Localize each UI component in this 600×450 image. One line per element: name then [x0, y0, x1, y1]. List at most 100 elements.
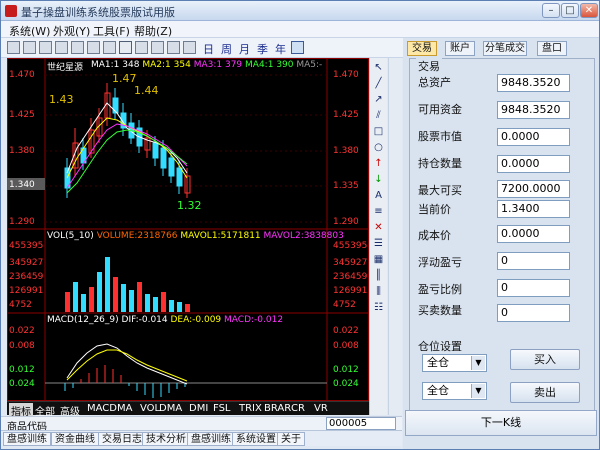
- volume-legend: VOL(5_10) VOLUME:2318766 MAVOL1:5171811 …: [47, 231, 344, 241]
- market-value-field[interactable]: 0.0000: [497, 128, 570, 146]
- fibonacci-icon[interactable]: ☰: [372, 237, 385, 250]
- macd-axis-2: 0.012: [9, 365, 35, 375]
- current-price-field[interactable]: 1.3400: [497, 200, 570, 218]
- next-candle-button[interactable]: 下一K线: [405, 410, 597, 436]
- vertical-scrollbar[interactable]: [388, 58, 402, 415]
- candle-body-12: [160, 147, 167, 169]
- price-lines-icon[interactable]: ☷: [372, 301, 385, 314]
- cursor-icon[interactable]: ↖: [372, 61, 385, 74]
- zoom-icon[interactable]: [151, 41, 164, 54]
- tab-trade[interactable]: 交易: [407, 41, 437, 56]
- indicator-tab-12[interactable]: VR: [314, 403, 328, 414]
- open-icon[interactable]: [7, 41, 20, 54]
- period-year[interactable]: 年: [275, 41, 286, 57]
- fan-icon[interactable]: ⫽: [372, 109, 385, 122]
- pnl-ratio-field[interactable]: 0: [497, 279, 570, 297]
- copy-icon[interactable]: [55, 41, 68, 54]
- window-title: 量子操盘训练系统股票版试用版: [21, 6, 175, 19]
- list-icon[interactable]: [87, 41, 100, 54]
- period-day[interactable]: 日: [203, 41, 214, 57]
- delete-icon[interactable]: ✕: [372, 221, 385, 234]
- cost-price-field[interactable]: 0.0000: [497, 225, 570, 243]
- trade-qty-field[interactable]: 0: [497, 304, 570, 322]
- up-arrow-icon[interactable]: ↑: [372, 157, 385, 170]
- menu-help[interactable]: 帮助(Z): [134, 23, 172, 39]
- tab-trade-log[interactable]: 交易日志: [98, 432, 146, 446]
- tab-tick-deals[interactable]: 分笔成交: [483, 41, 527, 56]
- close-button[interactable]: ✕: [580, 3, 598, 18]
- indicator-tab-7[interactable]: DMI: [189, 403, 208, 414]
- channel-icon[interactable]: ⫼: [372, 285, 385, 298]
- peak-annotation-2: 1.44: [134, 84, 159, 97]
- formula-icon[interactable]: [291, 41, 304, 54]
- indicator-tab-11[interactable]: CR: [291, 403, 305, 414]
- max-buy-field[interactable]: 7200.0000: [497, 180, 570, 198]
- tab-disk-training-2[interactable]: 盘感训练: [187, 432, 235, 446]
- chart-icon[interactable]: [135, 41, 148, 54]
- sell-position-select[interactable]: 全仓 ▼: [422, 382, 487, 400]
- label-trade-qty: 买卖数量: [418, 304, 462, 317]
- indicator-tab-9[interactable]: TRIX: [239, 403, 262, 414]
- text-icon[interactable]: A: [372, 189, 385, 202]
- available-funds-field[interactable]: 9848.3520: [497, 101, 570, 119]
- volume-bars: [65, 257, 190, 312]
- menu-system[interactable]: 系统(W): [9, 23, 50, 39]
- ma1-value: 348: [122, 60, 140, 70]
- indicator-tab-3[interactable]: MACD: [87, 403, 117, 414]
- macd-axis-right-3: 0.024: [333, 379, 359, 389]
- sell-button[interactable]: 卖出: [510, 382, 580, 403]
- down-arrow-icon[interactable]: ↓: [372, 173, 385, 186]
- period-week[interactable]: 周: [221, 41, 232, 57]
- tab-account[interactable]: 账户: [445, 41, 475, 56]
- total-assets-field[interactable]: 9848.3520: [497, 74, 570, 92]
- maximize-button[interactable]: □: [561, 3, 579, 18]
- tab-tech-analysis[interactable]: 技术分析: [142, 432, 190, 446]
- tab-fund-curve[interactable]: 资金曲线: [51, 432, 99, 446]
- volume-bar-5: [105, 257, 110, 312]
- layout-icon[interactable]: [183, 41, 196, 54]
- period-quarter[interactable]: 季: [257, 41, 268, 57]
- print-icon[interactable]: [39, 41, 52, 54]
- indicator-tab-4[interactable]: MA: [117, 403, 132, 414]
- period-month[interactable]: 月: [239, 41, 250, 57]
- grid-icon[interactable]: [103, 41, 116, 54]
- ma1-label: MA1:1: [91, 60, 120, 70]
- ray-icon[interactable]: ↗: [372, 93, 385, 106]
- indicator-tab-5[interactable]: VOL: [140, 403, 160, 414]
- floating-pnl-field[interactable]: 0: [497, 252, 570, 270]
- macd-axis-right-0: 0.022: [333, 326, 359, 336]
- vol-axis-right-3: 126991: [333, 286, 368, 296]
- tab-disk-training[interactable]: 盘感训练: [3, 432, 51, 446]
- label-position-qty: 持仓数量: [418, 157, 462, 170]
- sell-position-value: 全仓: [427, 384, 449, 397]
- low-annotation: 1.32: [177, 199, 202, 212]
- position-qty-field[interactable]: 0.0000: [497, 155, 570, 173]
- period-lines-icon[interactable]: ║: [372, 269, 385, 282]
- parallel-icon[interactable]: ≡: [372, 205, 385, 218]
- price-axis-right-0: 1.470: [333, 70, 359, 80]
- indicator-tab-10[interactable]: BRAR: [264, 403, 291, 414]
- tab-order-book[interactable]: 盘口: [537, 41, 567, 56]
- tab-about[interactable]: 关于: [277, 432, 305, 446]
- save-icon[interactable]: [23, 41, 36, 54]
- tab-system-settings[interactable]: 系统设置: [232, 432, 280, 446]
- indicator-tab-8[interactable]: FSL: [213, 403, 231, 414]
- rectangle-icon[interactable]: □: [372, 125, 385, 138]
- vol-axis-0: 455395: [9, 241, 44, 251]
- code-input[interactable]: 000005: [326, 417, 396, 430]
- peak-annotation-1: 1.43: [49, 93, 74, 106]
- ellipse-icon[interactable]: ○: [372, 141, 385, 154]
- volume-bar-13: [169, 300, 174, 312]
- back-arrow-icon[interactable]: [119, 41, 132, 54]
- minimize-button[interactable]: –: [542, 3, 560, 18]
- paste-icon[interactable]: [71, 41, 84, 54]
- buy-position-select[interactable]: 全仓 ▼: [422, 354, 487, 372]
- buy-button[interactable]: 买入: [510, 349, 580, 370]
- line-icon[interactable]: ╱: [372, 77, 385, 90]
- gann-icon[interactable]: ▦: [372, 253, 385, 266]
- ma5-label: MA5:-: [296, 60, 323, 70]
- menu-tools[interactable]: 工具(F): [93, 23, 130, 39]
- settings-icon[interactable]: [167, 41, 180, 54]
- indicator-tab-6[interactable]: DMA: [159, 403, 182, 414]
- menu-appearance[interactable]: 外观(Y): [53, 23, 90, 39]
